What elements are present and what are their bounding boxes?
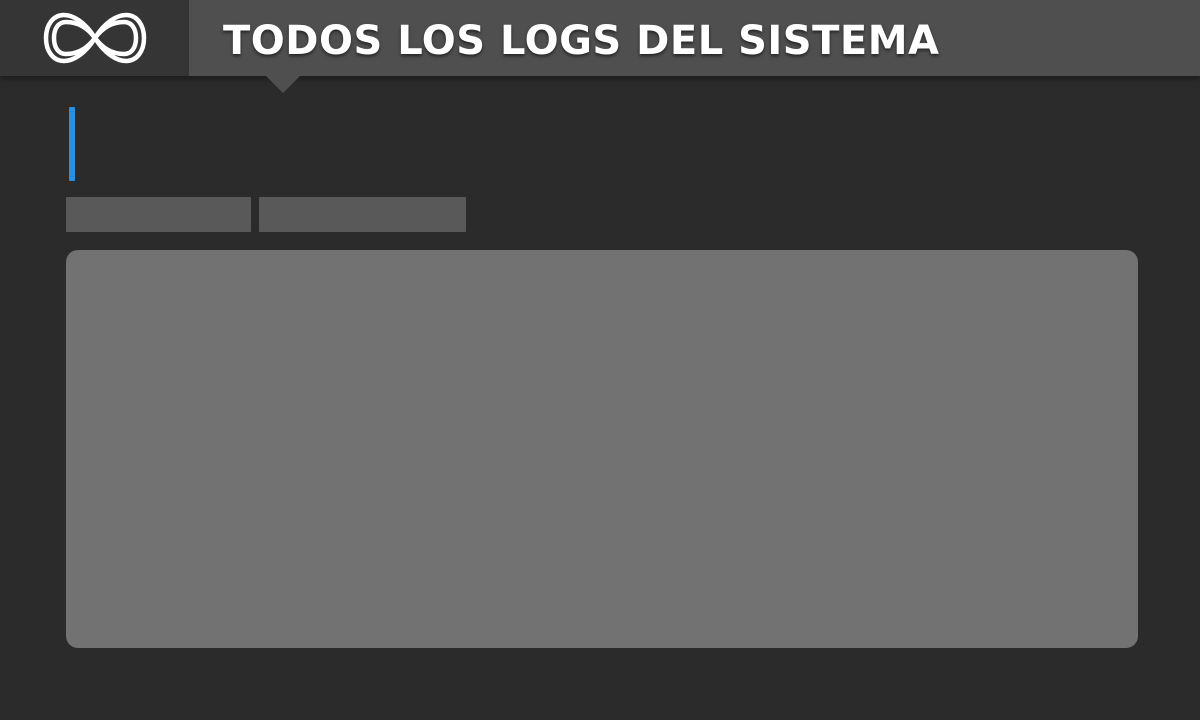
section-heading-accent <box>69 107 75 181</box>
logs-panel <box>66 250 1138 648</box>
tab-2[interactable] <box>259 197 466 232</box>
infinity-icon <box>43 12 146 64</box>
top-header: TODOS LOS LOGS DEL SISTEMA <box>0 0 1200 76</box>
tab-1[interactable] <box>66 197 251 232</box>
page-title: TODOS LOS LOGS DEL SISTEMA <box>223 18 940 64</box>
header-pointer <box>266 76 300 93</box>
logo-button[interactable] <box>0 0 189 76</box>
